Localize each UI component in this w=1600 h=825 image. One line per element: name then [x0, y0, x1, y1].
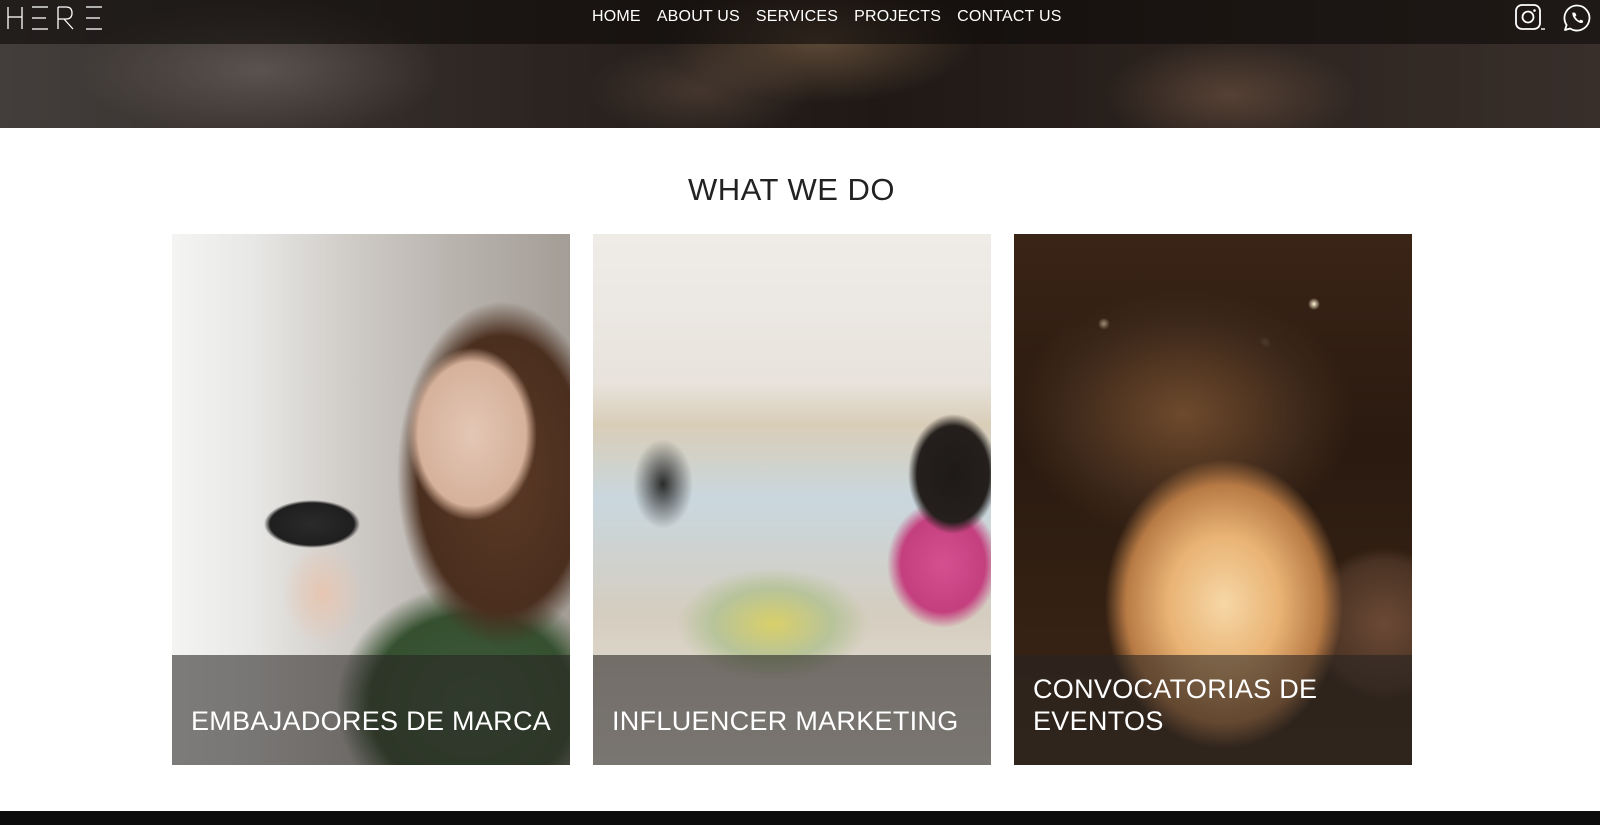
- whatsapp-link[interactable]: [1562, 3, 1592, 33]
- card-caption: EMBAJADORES DE MARCA: [191, 706, 552, 736]
- nav-contact-us[interactable]: CONTACT US: [957, 8, 1062, 26]
- whatsapp-icon: [1563, 4, 1591, 32]
- nav-services[interactable]: SERVICES: [756, 8, 838, 26]
- main-nav: HOME ABOUT US SERVICES PROJECTS CONTACT …: [592, 0, 1062, 34]
- nav-home[interactable]: HOME: [592, 8, 641, 26]
- card-caption: INFLUENCER MARKETING: [612, 706, 959, 736]
- instagram-icon: [1515, 4, 1545, 30]
- logo-wordmark-icon: [7, 6, 102, 30]
- site-logo[interactable]: [6, 5, 106, 31]
- service-card-embajadores[interactable]: EMBAJADORES DE MARCA: [172, 234, 570, 765]
- footer-strip: [0, 811, 1600, 825]
- nav-projects[interactable]: PROJECTS: [854, 8, 941, 26]
- top-navbar: HOME ABOUT US SERVICES PROJECTS CONTACT …: [0, 0, 1600, 44]
- section-title: WHAT WE DO: [687, 172, 896, 207]
- instagram-link[interactable]: [1514, 3, 1546, 33]
- service-card-convocatorias[interactable]: CONVOCATORIAS DE EVENTOS: [1014, 234, 1412, 765]
- nav-about-us[interactable]: ABOUT US: [657, 8, 740, 26]
- card-caption: CONVOCATORIAS DE EVENTOS: [1033, 674, 1318, 736]
- service-card-influencer[interactable]: INFLUENCER MARKETING: [593, 234, 991, 765]
